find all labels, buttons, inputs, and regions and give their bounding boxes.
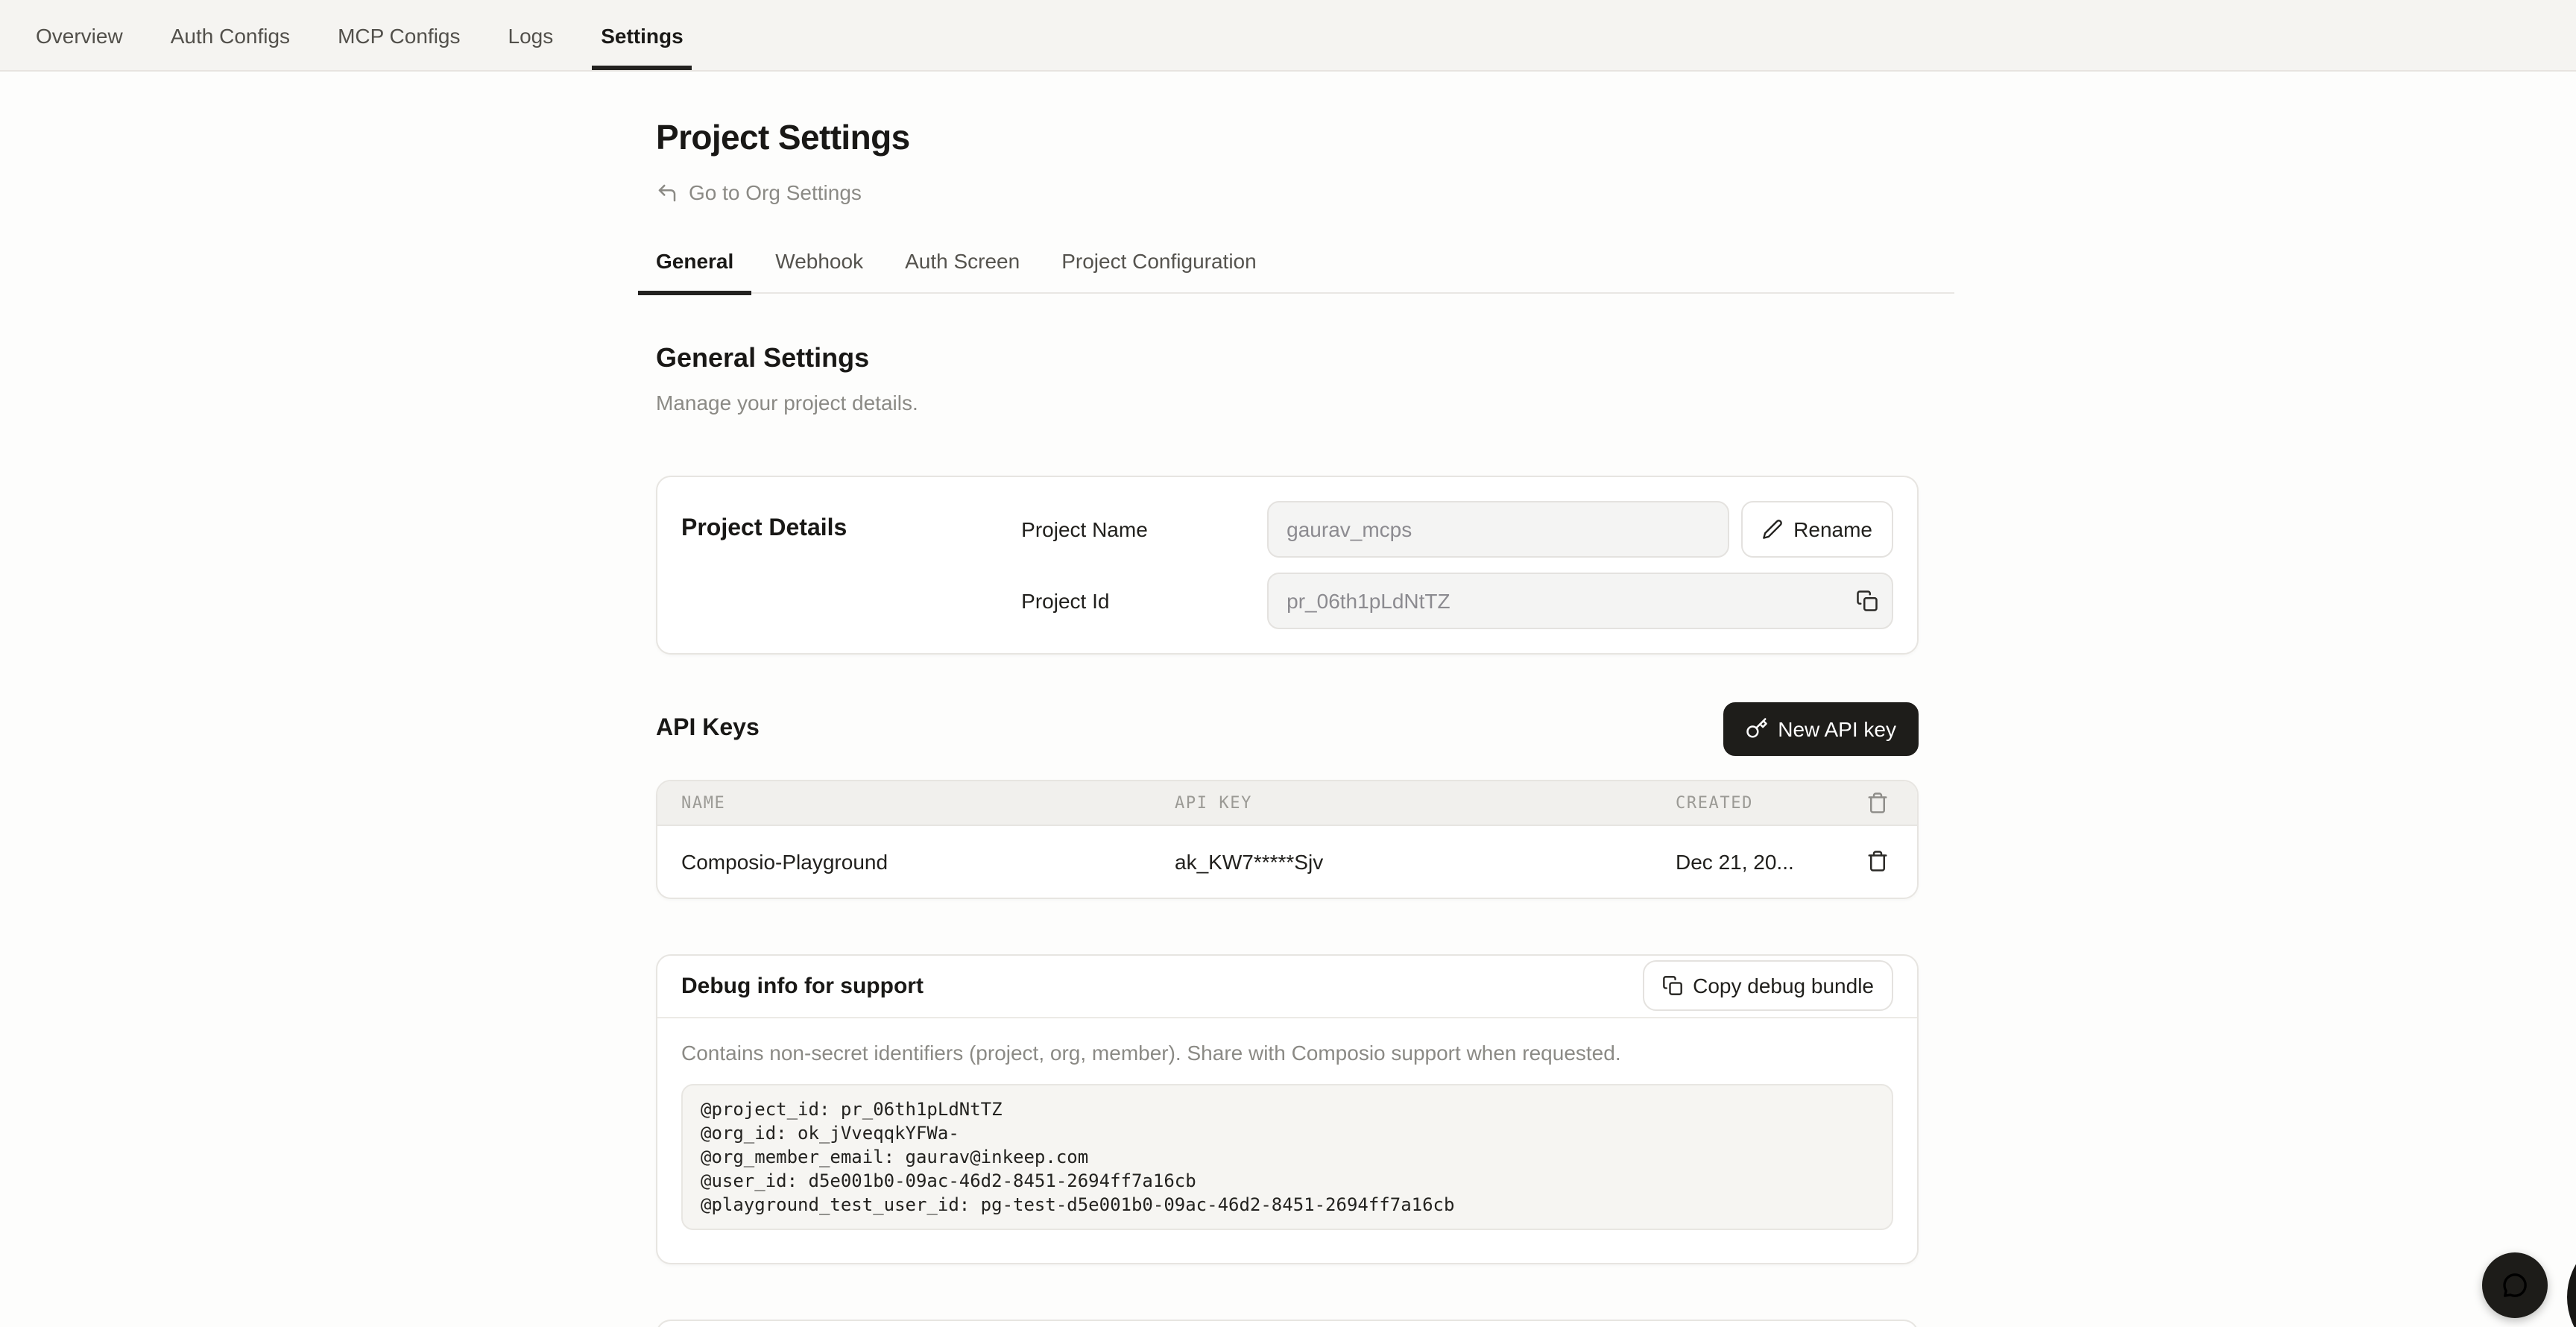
project-id-value: pr_06th1pLdNtTZ — [1287, 588, 1450, 612]
tab-general[interactable]: General — [638, 248, 751, 291]
api-key-actions-cell — [1837, 850, 1917, 872]
api-keys-table: NAME API KEY CREATED Composio-Playground… — [656, 779, 1919, 898]
nav-item-auth-configs[interactable]: Auth Configs — [168, 0, 293, 70]
project-id-row: Project Id pr_06th1pLdNtTZ — [1021, 572, 1893, 628]
settings-tabs: General Webhook Auth Screen Project Conf… — [638, 248, 1954, 293]
column-header-api-key: API KEY — [1175, 792, 1676, 812]
chat-support-button[interactable] — [2482, 1252, 2548, 1318]
new-api-key-button[interactable]: New API key — [1723, 702, 1919, 755]
table-row: Composio-Playground ak_KW7*****Sjv Dec 2… — [657, 825, 1917, 897]
nav-item-mcp-configs[interactable]: MCP Configs — [335, 0, 463, 70]
top-nav: Overview Auth Configs MCP Configs Logs S… — [0, 0, 2576, 72]
org-settings-link-label: Go to Org Settings — [689, 180, 862, 204]
tab-auth-screen[interactable]: Auth Screen — [887, 248, 1038, 291]
debug-info-title: Debug info for support — [681, 973, 924, 998]
debug-line: @org_id: ok_jVveqqkYFWa- — [701, 1120, 1874, 1144]
tab-project-configuration[interactable]: Project Configuration — [1044, 248, 1275, 291]
api-key-value-cell: ak_KW7*****Sjv — [1175, 849, 1676, 873]
key-icon — [1745, 717, 1767, 740]
copy-debug-bundle-label: Copy debug bundle — [1693, 974, 1874, 997]
debug-code-block: @project_id: pr_06th1pLdNtTZ@org_id: ok_… — [681, 1083, 1893, 1229]
chat-bubble-icon — [2500, 1270, 2530, 1300]
copy-project-id-button[interactable] — [1856, 589, 1878, 611]
delete-api-key-button[interactable] — [1866, 850, 1888, 872]
column-header-name: NAME — [657, 792, 1175, 812]
corner-up-left-icon — [656, 181, 678, 204]
nav-item-overview[interactable]: Overview — [33, 0, 126, 70]
rename-button[interactable]: Rename — [1741, 500, 1893, 557]
project-id-label: Project Id — [1021, 588, 1267, 612]
org-settings-link[interactable]: Go to Org Settings — [656, 180, 862, 204]
api-key-created-cell: Dec 21, 20... — [1676, 849, 1837, 873]
debug-info-description: Contains non-secret identifiers (project… — [681, 1040, 1893, 1064]
new-api-key-label: New API key — [1778, 716, 1896, 740]
next-card-partial — [656, 1319, 1919, 1327]
api-keys-section-head: API Keys New API key — [656, 702, 1919, 755]
tab-webhook[interactable]: Webhook — [757, 248, 881, 291]
debug-info-body: Contains non-secret identifiers (project… — [657, 1018, 1917, 1262]
pencil-icon — [1762, 518, 1783, 539]
main-content: Project Settings Go to Org Settings Gene… — [656, 72, 1919, 1327]
project-details-title: Project Details — [681, 500, 1021, 628]
nav-item-logs[interactable]: Logs — [505, 0, 557, 70]
project-details-fields: Project Name Rename Project Id pr_06th1p… — [1021, 500, 1893, 628]
copy-debug-bundle-button[interactable]: Copy debug bundle — [1642, 960, 1893, 1011]
debug-line: @org_member_email: gaurav@inkeep.com — [701, 1144, 1874, 1168]
debug-info-header: Debug info for support Copy debug bundle — [657, 955, 1917, 1018]
general-settings-heading: General Settings — [656, 342, 1919, 373]
copy-icon — [1856, 589, 1878, 611]
trash-icon — [1866, 850, 1888, 872]
project-name-input[interactable] — [1267, 500, 1729, 557]
project-id-field: pr_06th1pLdNtTZ — [1267, 572, 1893, 628]
project-name-row: Project Name Rename — [1021, 500, 1893, 557]
debug-info-card: Debug info for support Copy debug bundle… — [656, 954, 1919, 1264]
general-settings-subheading: Manage your project details. — [656, 390, 1919, 414]
rename-button-label: Rename — [1793, 517, 1872, 540]
api-key-name-cell: Composio-Playground — [657, 849, 1175, 873]
column-header-created: CREATED — [1676, 792, 1837, 812]
page-title: Project Settings — [656, 72, 1919, 158]
edge-partial-circle — [2567, 1232, 2576, 1327]
debug-line: @playground_test_user_id: pg-test-d5e001… — [701, 1192, 1874, 1216]
api-keys-table-header: NAME API KEY CREATED — [657, 781, 1917, 825]
app-root: Overview Auth Configs MCP Configs Logs S… — [0, 0, 2576, 1327]
project-details-card: Project Details Project Name Rename Proj… — [656, 475, 1919, 654]
project-name-label: Project Name — [1021, 517, 1267, 540]
nav-item-settings[interactable]: Settings — [598, 0, 686, 70]
debug-line: @user_id: d5e001b0-09ac-46d2-8451-2694ff… — [701, 1168, 1874, 1192]
trash-icon — [1866, 791, 1888, 813]
column-header-actions — [1837, 791, 1917, 813]
api-keys-heading: API Keys — [656, 715, 760, 742]
copy-icon — [1661, 975, 1682, 996]
debug-line: @project_id: pr_06th1pLdNtTZ — [701, 1097, 1874, 1120]
